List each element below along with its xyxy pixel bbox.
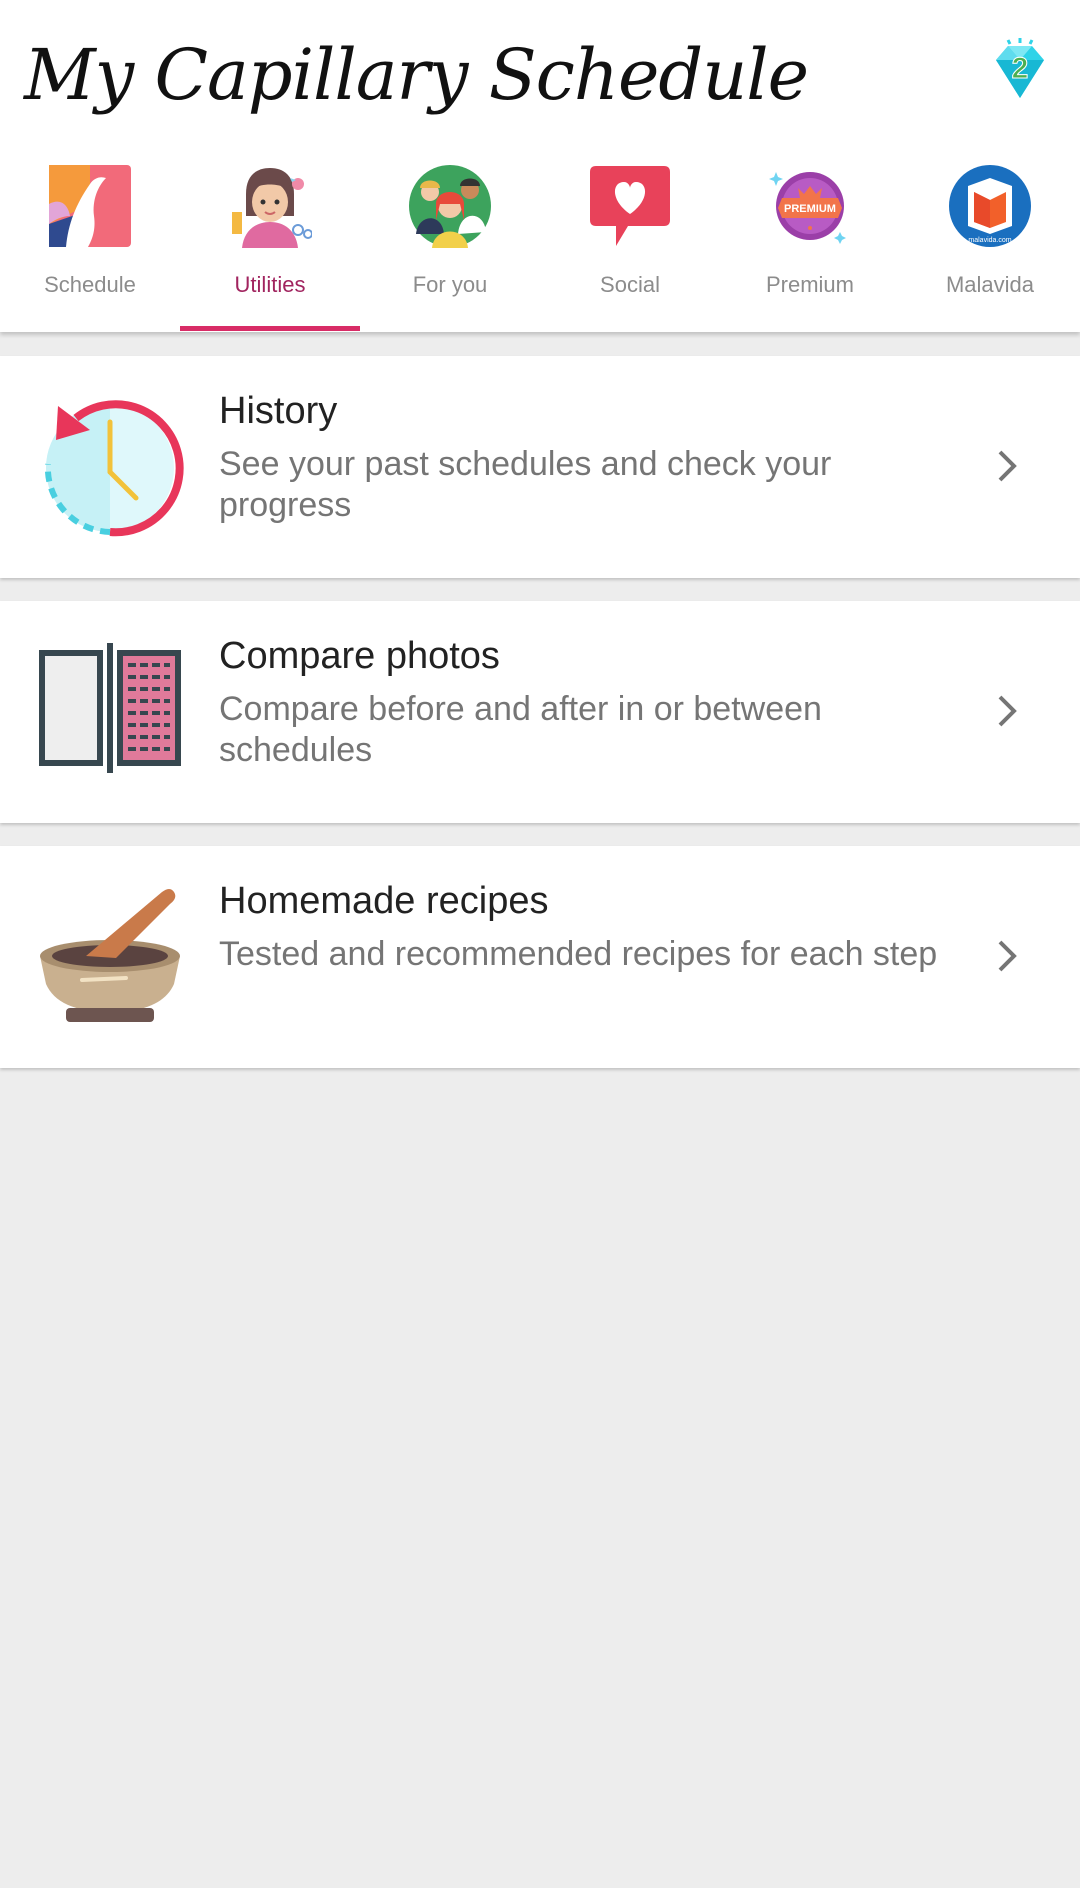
tab-label: Utilities <box>234 272 306 297</box>
tab-label: Premium <box>765 272 854 297</box>
compare-photos-card[interactable]: Compare photos Compare before and after … <box>0 601 1080 823</box>
tab-label: Schedule <box>44 272 136 297</box>
tab-label: Malavida <box>945 272 1035 297</box>
history-card[interactable]: History See your past schedules and chec… <box>0 356 1080 578</box>
app-header: My Capillary Schedule 2 Schedule Utiliti… <box>0 0 1080 332</box>
homemade-recipes-card[interactable]: Homemade recipes Tested and recommended … <box>0 846 1080 1068</box>
compare-photos-icon <box>39 643 181 773</box>
tab-label: For you <box>412 272 488 297</box>
card-description: See your past schedules and check your p… <box>219 445 832 524</box>
tab-premium[interactable]: PREMIUM Premium <box>720 150 900 332</box>
card-title: Homemade recipes <box>219 880 549 922</box>
active-tab-indicator <box>180 326 360 331</box>
gem-count: 2 <box>1012 52 1029 85</box>
card-title: Compare photos <box>219 635 500 677</box>
gem-icon[interactable]: 2 <box>988 38 1052 106</box>
chevron-right-icon <box>998 450 1017 482</box>
tab-bar: Schedule Utilities For you Social PREMIU… <box>0 150 1080 332</box>
mortar-pestle-icon <box>40 889 180 1022</box>
tab-for-you[interactable]: For you <box>360 150 540 332</box>
chevron-right-icon <box>998 940 1017 972</box>
card-description: Tested and recommended recipes for each … <box>219 935 938 973</box>
tab-malavida[interactable]: malavida.com Malavida <box>900 150 1080 332</box>
utilities-icon <box>232 168 312 248</box>
chevron-right-icon <box>998 695 1017 727</box>
schedule-icon <box>49 165 131 247</box>
malavida-badge-text: malavida.com <box>968 237 1011 244</box>
app-title: My Capillary Schedule <box>24 34 809 116</box>
card-description: Compare before and after in or between s… <box>219 690 822 769</box>
history-clock-icon <box>44 400 184 537</box>
for-you-icon <box>409 165 491 248</box>
social-icon <box>590 166 670 246</box>
tab-label: Social <box>600 272 660 297</box>
tab-social[interactable]: Social <box>540 150 720 332</box>
premium-icon: PREMIUM <box>769 172 846 244</box>
malavida-icon: malavida.com <box>949 165 1031 247</box>
premium-badge-text: PREMIUM <box>784 203 836 215</box>
tab-schedule[interactable]: Schedule <box>0 150 180 332</box>
card-title: History <box>219 390 338 432</box>
tab-utilities[interactable]: Utilities <box>180 150 360 332</box>
